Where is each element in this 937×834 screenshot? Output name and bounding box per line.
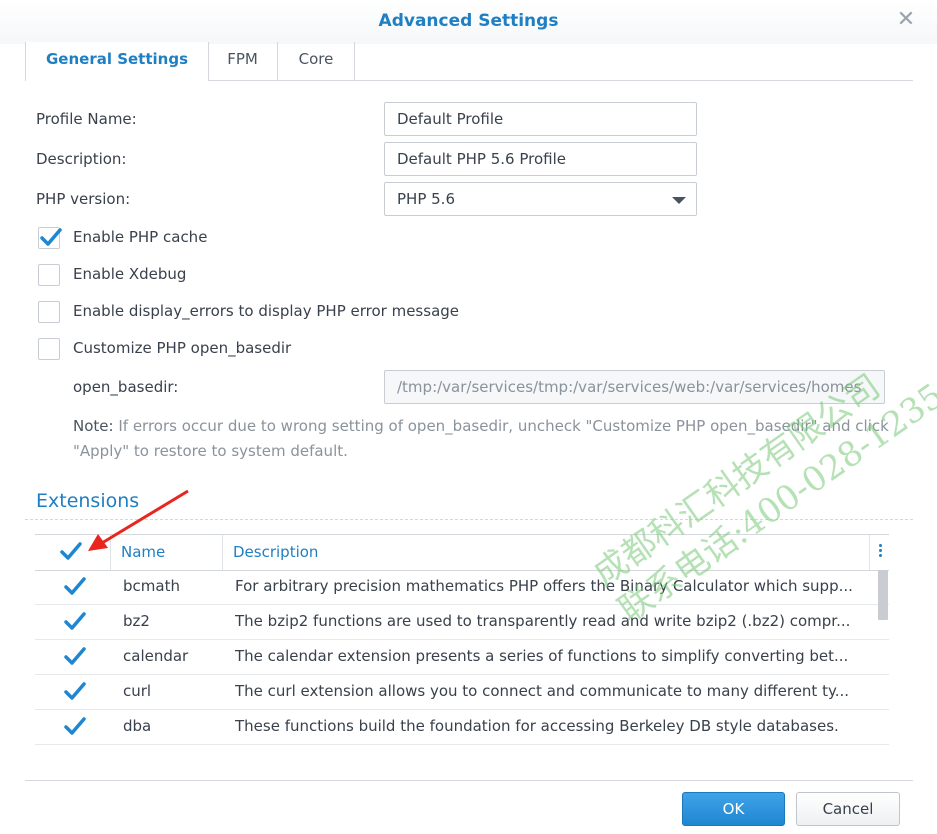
column-menu-icon[interactable] [879, 544, 883, 560]
extension-description: The calendar extension presents a series… [235, 647, 849, 665]
php-version-select[interactable]: PHP 5.6 [384, 182, 697, 216]
row-checkbox[interactable] [63, 576, 87, 598]
extension-description: For arbitrary precision mathematics PHP … [235, 577, 853, 595]
row-checkbox[interactable] [63, 646, 87, 668]
extension-description: The bzip2 functions are used to transpar… [235, 612, 851, 630]
enable-php-cache-checkbox[interactable] [38, 227, 62, 249]
table-row[interactable]: bz2 The bzip2 functions are used to tran… [35, 604, 889, 640]
tab-fpm[interactable]: FPM [208, 42, 278, 80]
enable-xdebug-checkbox[interactable] [38, 264, 60, 286]
annotation-arrow-icon [88, 489, 189, 551]
note-line1: If errors occur due to wrong setting of … [118, 417, 889, 435]
extension-description: These functions build the foundation for… [235, 717, 839, 735]
table-row[interactable]: dba These functions build the foundation… [35, 709, 889, 745]
customize-open-basedir-checkbox[interactable] [38, 338, 60, 360]
enable-xdebug-label: Enable Xdebug [73, 265, 187, 283]
column-divider[interactable] [869, 535, 870, 570]
extension-name: curl [123, 682, 152, 700]
close-icon[interactable]: ✕ [895, 9, 917, 31]
checkmark-icon [64, 577, 86, 595]
table-row[interactable]: bcmath For arbitrary precision mathemati… [35, 569, 889, 605]
row-checkbox[interactable] [63, 681, 87, 703]
open-basedir-label: open_basedir: [73, 378, 179, 396]
note-line2: "Apply" to restore to system default. [73, 442, 348, 460]
description-label: Description: [36, 150, 127, 168]
extension-name: dba [123, 717, 152, 735]
extension-name: bcmath [123, 577, 180, 595]
checkmark-icon [64, 717, 86, 735]
customize-open-basedir-label: Customize PHP open_basedir [73, 339, 292, 357]
row-checkbox[interactable] [63, 716, 87, 738]
ok-button[interactable]: OK [682, 792, 785, 826]
title-bar: Advanced Settings ✕ [0, 0, 937, 44]
dialog-title: Advanced Settings [378, 11, 559, 31]
checkmark-icon [40, 228, 62, 246]
php-version-value: PHP 5.6 [397, 190, 455, 208]
tab-core[interactable]: Core [278, 42, 355, 80]
extension-name: bz2 [123, 612, 150, 630]
row-checkbox[interactable] [63, 611, 87, 633]
note-head: Note: [73, 417, 114, 435]
enable-php-cache-label: Enable PHP cache [73, 228, 208, 246]
enable-display-errors-checkbox[interactable] [38, 301, 60, 323]
php-version-label: PHP version: [36, 190, 131, 208]
table-row[interactable]: calendar The calendar extension presents… [35, 639, 889, 675]
description-field[interactable]: Default PHP 5.6 Profile [384, 142, 697, 176]
extensions-grid: Name Description bcmath For arbitrary pr… [35, 534, 889, 746]
profile-name-label: Profile Name: [36, 110, 137, 128]
extension-name: calendar [123, 647, 189, 665]
chevron-down-icon[interactable] [672, 197, 686, 204]
profile-name-field[interactable]: Default Profile [384, 102, 697, 136]
checkmark-icon [64, 612, 86, 630]
footer-divider [25, 780, 913, 781]
cancel-button[interactable]: Cancel [796, 792, 900, 826]
tab-bar: General Settings FPM Core [25, 42, 913, 81]
enable-display-errors-label: Enable display_errors to display PHP err… [73, 302, 460, 320]
checkmark-icon [64, 682, 86, 700]
column-header-description[interactable]: Description [233, 535, 318, 570]
table-row[interactable]: curl The curl extension allows you to co… [35, 674, 889, 710]
column-divider[interactable] [222, 535, 223, 570]
grid-scrollbar[interactable] [878, 570, 888, 620]
open-basedir-note: Note: If errors occur due to wrong setti… [73, 414, 913, 464]
checkmark-icon [64, 647, 86, 665]
open-basedir-field: /tmp:/var/services/tmp:/var/services/web… [384, 370, 885, 404]
tab-general-settings[interactable]: General Settings [25, 42, 209, 81]
extension-description: The curl extension allows you to connect… [235, 682, 850, 700]
